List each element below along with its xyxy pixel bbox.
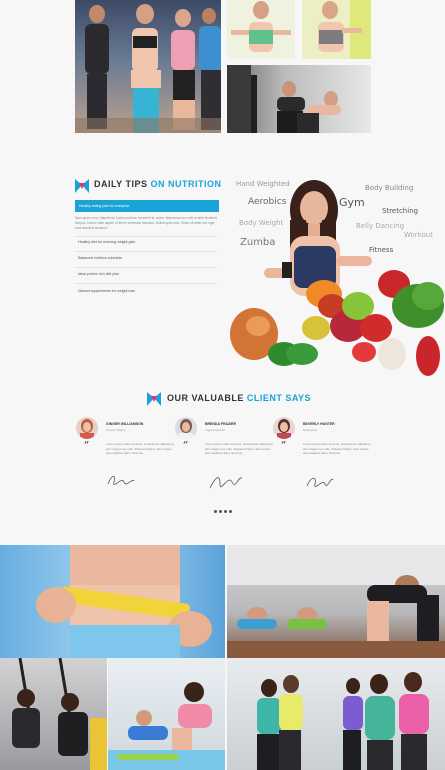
group-fitness-photo bbox=[75, 0, 221, 133]
testimonials-heading-accent: CLIENT SAYS bbox=[246, 393, 312, 403]
brand-logo-icon bbox=[147, 392, 161, 406]
active-tip-tab[interactable]: Healthy eating plan for everyone bbox=[75, 200, 219, 212]
trx-training-photo bbox=[0, 658, 107, 770]
woman-green-top-photo bbox=[227, 0, 295, 59]
pilates-class-photo bbox=[108, 658, 225, 770]
carousel-dot[interactable] bbox=[219, 510, 222, 513]
brand-logo-icon bbox=[75, 179, 89, 193]
quote-icon: “ bbox=[183, 441, 189, 451]
signature-image bbox=[306, 477, 334, 487]
measuring-waist-photo bbox=[0, 545, 225, 658]
testimonial-name: BEVERLY HUNTER bbox=[303, 422, 335, 426]
gym-machine-photo bbox=[227, 65, 371, 133]
signature-image bbox=[107, 475, 135, 485]
avatar bbox=[175, 417, 197, 439]
testimonial-name: BRENDA FRAZIER bbox=[205, 422, 236, 426]
tip-item[interactable]: Ideal protein rich diet plan bbox=[78, 272, 119, 276]
divider bbox=[75, 251, 217, 252]
testimonials-heading: OUR VALUABLE CLIENT SAYS bbox=[167, 393, 311, 403]
divider bbox=[75, 283, 217, 284]
testimonial-text: Lorem ipsum dolor sit amet, consectetur … bbox=[106, 442, 174, 456]
testimonial-role: Yoga Instructor bbox=[205, 428, 226, 432]
testimonials-heading-plain: OUR VALUABLE bbox=[167, 393, 244, 403]
woman-grey-top-photo bbox=[302, 0, 371, 59]
nutrition-heading-plain: DAILY TIPS bbox=[94, 179, 148, 189]
quote-icon: “ bbox=[84, 441, 90, 451]
woman-with-vegetables-photo bbox=[228, 176, 445, 380]
testimonial-role: Fitness Trainer bbox=[106, 428, 126, 432]
carousel-dot[interactable] bbox=[224, 510, 227, 513]
fitness-group-photo bbox=[227, 658, 445, 770]
tip-item[interactable]: Balanced nutrition schedule bbox=[78, 256, 122, 260]
quote-icon: “ bbox=[281, 441, 287, 451]
tip-item[interactable]: Healthy diet for morning weight gain bbox=[78, 240, 135, 244]
stretching-class-photo bbox=[227, 545, 445, 658]
active-tip-text: Nam quam nunc, blandit vel, luctus pulvi… bbox=[75, 216, 217, 230]
testimonial-name: GINGER WILLIAMSON bbox=[106, 422, 144, 426]
divider bbox=[75, 267, 217, 268]
avatar bbox=[76, 417, 98, 439]
testimonial-text: Lorem ipsum dolor sit amet, consectetur … bbox=[205, 442, 273, 456]
signature-image bbox=[209, 477, 243, 489]
nutrition-heading: DAILY TIPS ON NUTRITION bbox=[94, 179, 222, 189]
tip-item[interactable]: Natural supplements for weight loss bbox=[78, 289, 135, 293]
divider bbox=[75, 236, 217, 237]
testimonial-role: Nutritionist bbox=[303, 428, 318, 432]
nutrition-heading-accent: ON NUTRITION bbox=[150, 179, 222, 189]
avatar bbox=[273, 417, 295, 439]
testimonial-text: Lorem ipsum dolor sit amet, consectetur … bbox=[303, 442, 371, 456]
carousel-dot[interactable] bbox=[214, 510, 217, 513]
carousel-dot[interactable] bbox=[229, 510, 232, 513]
